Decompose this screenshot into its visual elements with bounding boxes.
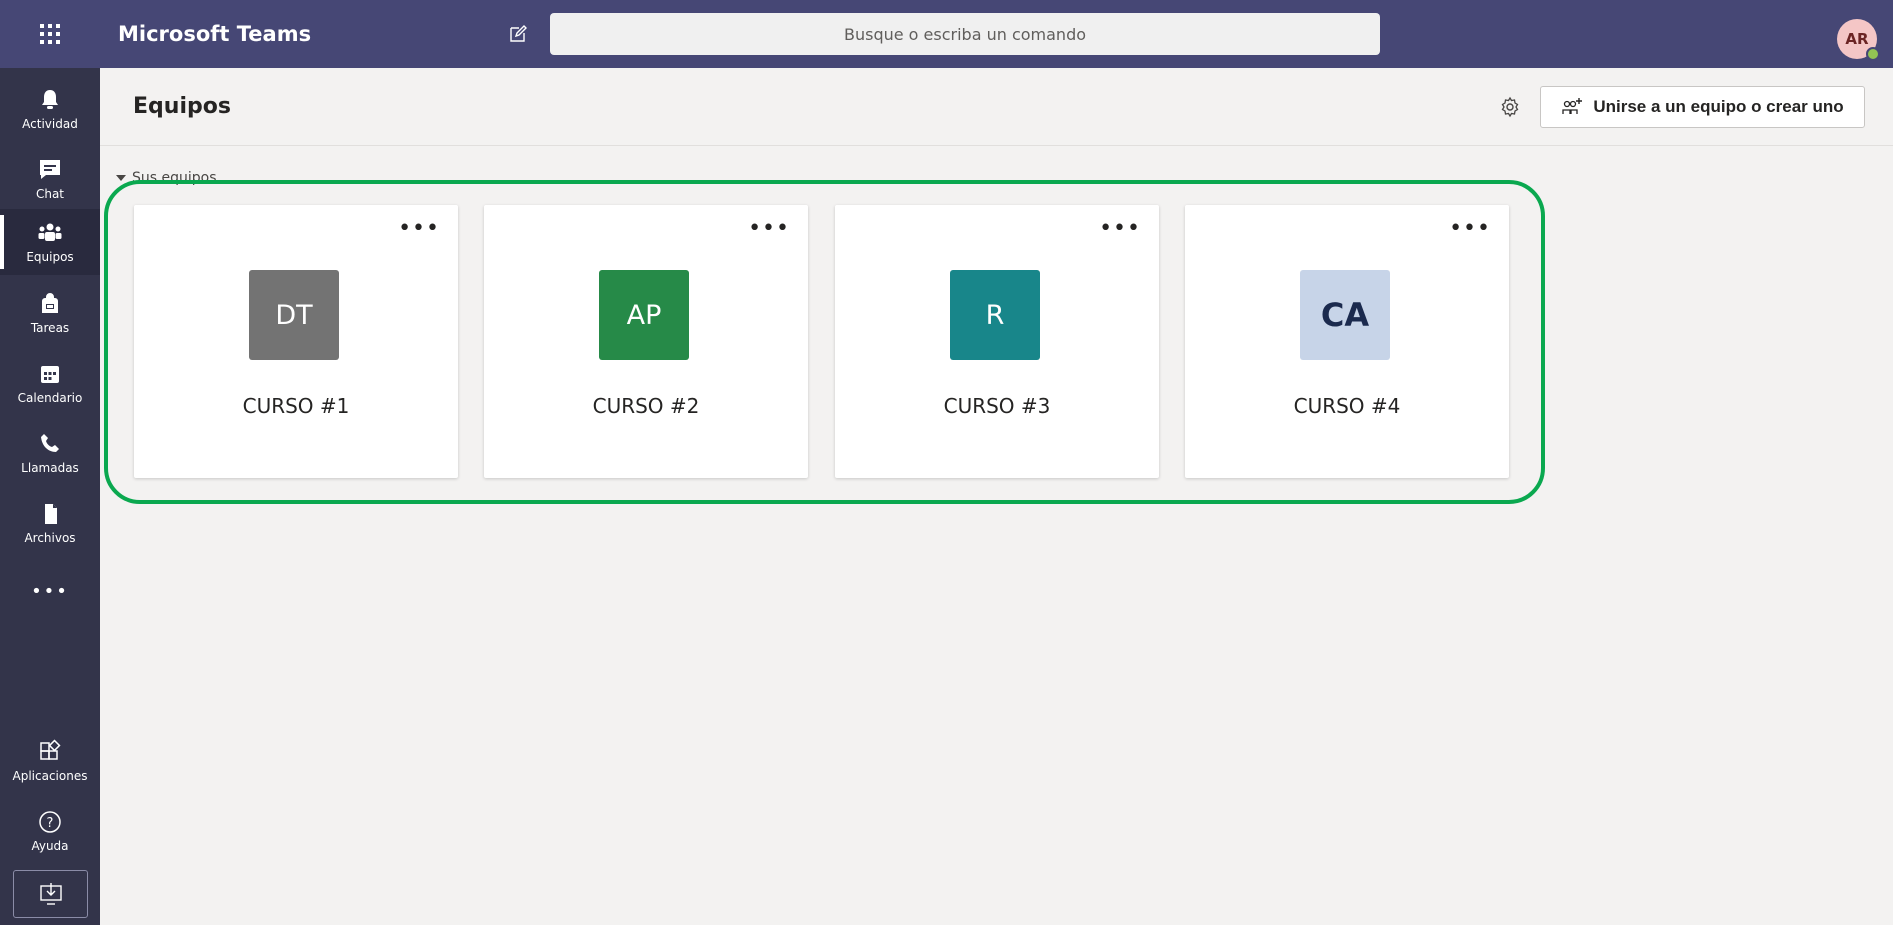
- team-more-options-button[interactable]: •••: [1099, 218, 1141, 240]
- rail-item-label: Aplicaciones: [12, 769, 88, 783]
- search-input[interactable]: Busque o escriba un comando: [550, 13, 1380, 55]
- page-title: Equipos: [133, 94, 231, 119]
- section-label: Sus equipos: [132, 170, 217, 186]
- chat-icon: [40, 160, 60, 179]
- teams-section-toggle[interactable]: Sus equipos: [116, 170, 217, 186]
- team-name: CURSO #3: [943, 394, 1051, 418]
- calendar-icon: [41, 366, 59, 383]
- backpack-icon: [42, 293, 58, 313]
- rail-item-label: Chat: [35, 187, 65, 201]
- presence-available-icon: [1866, 47, 1880, 61]
- team-more-options-button[interactable]: •••: [748, 218, 790, 240]
- compose-icon: [510, 25, 527, 42]
- team-more-options-button[interactable]: •••: [1449, 218, 1491, 240]
- caret-down-icon: [116, 175, 126, 181]
- rail-item-aplicaciones[interactable]: Aplicaciones: [0, 728, 100, 794]
- team-avatar: DT: [249, 270, 339, 360]
- user-avatar[interactable]: AR: [1837, 19, 1880, 61]
- app-launcher-button[interactable]: [0, 0, 100, 68]
- waffle-icon: [40, 24, 60, 44]
- rail-item-chat[interactable]: Chat: [0, 146, 100, 212]
- page-header: Equipos Unirse a un equipo o crear uno: [100, 68, 1893, 146]
- rail-item-label: Llamadas: [21, 461, 79, 475]
- app-rail: Actividad Chat Equipos Tareas Calendario…: [0, 68, 100, 925]
- team-more-options-button[interactable]: •••: [398, 218, 440, 240]
- help-icon: ?: [39, 811, 61, 833]
- rail-item-ayuda[interactable]: ? Ayuda: [0, 798, 100, 864]
- more-icon: •••: [31, 580, 69, 602]
- file-icon: [45, 504, 57, 524]
- team-card[interactable]: ••• AP CURSO #2: [484, 205, 808, 478]
- top-bar: Microsoft Teams Busque o escriba un coma…: [0, 0, 1893, 68]
- team-name: CURSO #2: [592, 394, 700, 418]
- team-name: CURSO #1: [242, 394, 350, 418]
- app-title: Microsoft Teams: [118, 22, 312, 46]
- bell-icon: [42, 90, 58, 109]
- rail-item-label: Archivos: [24, 531, 76, 545]
- new-chat-button[interactable]: [493, 14, 543, 54]
- team-card[interactable]: ••• R CURSO #3: [835, 205, 1159, 478]
- rail-item-archivos[interactable]: Archivos: [0, 490, 100, 556]
- rail-item-label: Tareas: [30, 321, 70, 335]
- add-team-icon: [1562, 98, 1583, 114]
- team-avatar: AP: [599, 270, 689, 360]
- rail-item-label: Actividad: [22, 117, 78, 131]
- rail-item-actividad[interactable]: Actividad: [0, 76, 100, 142]
- join-or-create-team-button[interactable]: Unirse a un equipo o crear uno: [1540, 86, 1865, 128]
- download-app-button[interactable]: [13, 870, 88, 918]
- team-avatar: CA: [1300, 270, 1390, 360]
- team-avatar: R: [950, 270, 1040, 360]
- search-placeholder: Busque o escriba un comando: [843, 24, 1087, 44]
- team-card[interactable]: ••• CA CURSO #4: [1185, 205, 1509, 478]
- rail-item-label: Equipos: [26, 250, 74, 264]
- join-button-label: Unirse a un equipo o crear uno: [1593, 97, 1844, 116]
- rail-more-button[interactable]: •••: [0, 558, 100, 624]
- download-icon: [39, 883, 62, 905]
- svg-text:?: ?: [47, 816, 54, 831]
- rail-item-label: Calendario: [17, 391, 83, 405]
- apps-icon: [40, 739, 61, 760]
- teams-icon: [38, 223, 62, 241]
- team-name: CURSO #4: [1293, 394, 1401, 418]
- settings-button[interactable]: [1495, 92, 1525, 122]
- phone-icon: [41, 434, 59, 452]
- rail-item-tareas[interactable]: Tareas: [0, 280, 100, 346]
- rail-item-label: Ayuda: [31, 839, 69, 853]
- rail-item-calendario[interactable]: Calendario: [0, 350, 100, 416]
- rail-item-equipos[interactable]: Equipos: [0, 209, 100, 275]
- team-card[interactable]: ••• DT CURSO #1: [134, 205, 458, 478]
- rail-item-llamadas[interactable]: Llamadas: [0, 420, 100, 486]
- gear-icon: [1501, 96, 1519, 118]
- avatar-initials: AR: [1845, 30, 1869, 48]
